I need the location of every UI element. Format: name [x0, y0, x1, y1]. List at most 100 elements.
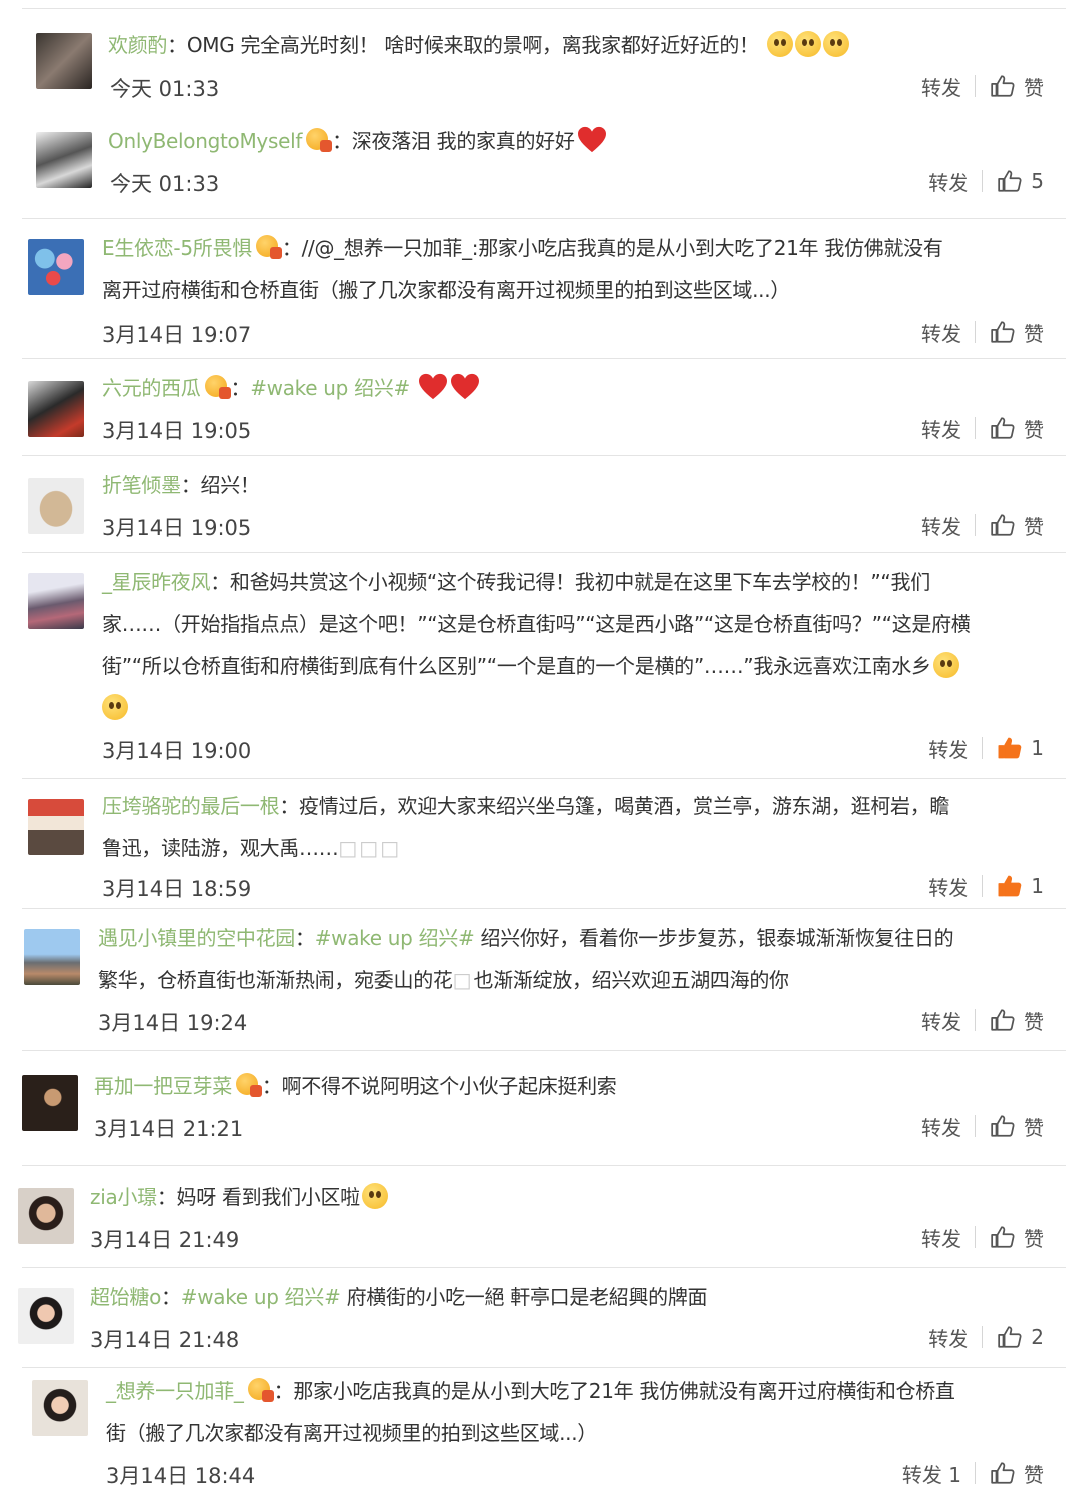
forward-button[interactable]: 转发 — [921, 1006, 961, 1035]
like-button[interactable]: 赞 — [1024, 72, 1044, 101]
divider — [975, 321, 976, 343]
username-link[interactable]: zia小璟 — [90, 1185, 157, 1209]
comment-item: E生依恋-5所畏惧 ：//@_想养一只加菲_:那家小吃店我真的是从小到大吃了21年… — [22, 218, 1066, 359]
thumbs-up-icon[interactable] — [990, 415, 1016, 441]
comment-text-line: 压垮骆驼的最后一根：疫情过后，欢迎大家来绍兴坐乌篷，喝黄酒，赏兰亭，游东湖，逛柯… — [102, 785, 949, 827]
username-link[interactable]: _星辰昨夜风 — [102, 570, 211, 594]
divider — [982, 875, 984, 897]
laugh-emoji-icon — [102, 694, 128, 720]
thumbs-up-filled-icon[interactable] — [997, 873, 1023, 899]
hashtag-link[interactable]: #wake up 绍兴# — [250, 376, 410, 400]
like-count[interactable]: 5 — [1031, 169, 1044, 193]
forward-button[interactable]: 转发 — [928, 872, 968, 901]
comment-time: 3月14日 19:05 — [102, 419, 252, 443]
comment-actions: 转发 赞 — [921, 315, 1044, 349]
comment-actions: 转发 赞 — [921, 1003, 1044, 1037]
forward-button[interactable]: 转发 — [921, 511, 961, 540]
thumbs-up-icon[interactable] — [990, 1224, 1016, 1250]
forward-button[interactable]: 转发 — [928, 734, 968, 763]
username-link[interactable]: 折笔倾墨 — [102, 473, 181, 497]
divider — [982, 170, 984, 192]
thumbs-up-icon[interactable] — [997, 168, 1023, 194]
comment-text-line: 超饴糖o：#wake up 绍兴# 府横街的小吃一絕 軒亭口是老紹興的牌面 — [90, 1276, 708, 1318]
comment-actions: 转发 赞 — [921, 69, 1044, 103]
avatar[interactable] — [36, 33, 92, 89]
like-count[interactable]: 2 — [1031, 1325, 1044, 1349]
thumbs-up-icon[interactable] — [990, 1007, 1016, 1033]
comment-text: 街（搬了几次家都没有离开过视频里的拍到这些区域...） — [106, 1421, 597, 1445]
comment-actions: 转发 5 — [928, 164, 1044, 198]
like-count[interactable]: 1 — [1031, 874, 1044, 898]
red-heart-icon — [577, 126, 607, 154]
like-button[interactable]: 赞 — [1024, 318, 1044, 347]
forward-button[interactable]: 转发 — [921, 1112, 961, 1141]
thumbs-up-icon[interactable] — [990, 1113, 1016, 1139]
avatar[interactable] — [28, 478, 84, 534]
thumbs-up-icon[interactable] — [990, 319, 1016, 345]
forward-button[interactable]: 转发 1 — [902, 1459, 961, 1488]
hashtag-link[interactable]: #wake up 绍兴# — [181, 1285, 341, 1309]
comment-text: 疫情过后，欢迎大家来绍兴坐乌篷，喝黄酒，赏兰亭，游东湖，逛柯岩，瞻 — [299, 794, 950, 818]
username-link[interactable]: E生依恋-5所畏惧 — [102, 236, 252, 260]
avatar[interactable] — [36, 132, 92, 188]
comment-text: 绍兴！ — [200, 473, 260, 497]
divider — [975, 1009, 976, 1031]
username-link[interactable]: 六元的西瓜 — [102, 376, 201, 400]
thumbs-up-icon[interactable] — [990, 73, 1016, 99]
like-button[interactable]: 赞 — [1024, 511, 1044, 540]
avatar[interactable] — [28, 573, 84, 629]
username-link[interactable]: 欢颜酌 — [108, 33, 167, 57]
thumbs-up-icon[interactable] — [990, 1460, 1016, 1486]
comment-item: 欢颜酌：OMG 完全高光时刻！ 啥时候来取的景啊，离我家都好近好近的！ 今天 0… — [22, 8, 1066, 109]
comment-text: 绍兴你好，看着你一步步复苏，银泰城渐渐恢复往日的 — [474, 926, 954, 950]
avatar[interactable] — [28, 381, 84, 437]
username-link[interactable]: 再加一把豆芽菜 — [94, 1074, 232, 1098]
username-link[interactable]: _想养一只加菲_ — [106, 1379, 244, 1403]
username-link[interactable]: OnlyBelongtoMyself — [108, 129, 302, 153]
comment-time: 今天 01:33 — [110, 77, 220, 101]
like-button[interactable]: 赞 — [1024, 414, 1044, 443]
like-button[interactable]: 赞 — [1024, 1459, 1044, 1488]
avatar[interactable] — [32, 1380, 88, 1436]
forward-button[interactable]: 转发 — [921, 414, 961, 443]
avatar[interactable] — [24, 929, 80, 985]
username-link[interactable]: 遇见小镇里的空中花园 — [98, 926, 295, 950]
comment-actions: 转发 赞 — [921, 508, 1044, 542]
like-count[interactable]: 1 — [1031, 736, 1044, 760]
colon-separator: ： — [281, 236, 302, 260]
comment-item: 折笔倾墨：绍兴！ 3月14日 19:05 转发 赞 — [22, 455, 1066, 553]
username-link[interactable]: 超饴糖o — [90, 1285, 161, 1309]
forward-button[interactable]: 转发 — [921, 72, 961, 101]
comment-time: 3月14日 21:21 — [94, 1117, 244, 1141]
avatar[interactable] — [18, 1188, 74, 1244]
hashtag-link[interactable]: #wake up 绍兴# — [315, 926, 475, 950]
forward-button[interactable]: 转发 — [928, 1323, 968, 1352]
comment-item: 超饴糖o：#wake up 绍兴# 府横街的小吃一絕 軒亭口是老紹興的牌面 3月… — [18, 1267, 1066, 1368]
avatar[interactable] — [18, 1288, 74, 1344]
comment-item: OnlyBelongtoMyself ：深夜落泪 我的家真的好好 今天 01:33… — [22, 108, 1066, 208]
like-button[interactable]: 赞 — [1024, 1006, 1044, 1035]
username-link[interactable]: 压垮骆驼的最后一根 — [102, 794, 280, 818]
thumbs-up-icon[interactable] — [997, 1324, 1023, 1350]
forward-button[interactable]: 转发 — [921, 1223, 961, 1252]
red-heart-icon — [418, 373, 448, 401]
comment-text-line: 折笔倾墨：绍兴！ — [102, 464, 260, 506]
forward-button[interactable]: 转发 — [921, 318, 961, 347]
thumbs-up-icon[interactable] — [990, 512, 1016, 538]
comment-text: 那家小吃店我真的是从小到大吃了21年 我仿佛就没有离开过府横街和仓桥直 — [293, 1379, 955, 1403]
comment-time: 3月14日 19:24 — [98, 1011, 248, 1035]
avatar[interactable] — [28, 239, 84, 295]
thumbs-up-filled-icon[interactable] — [997, 735, 1023, 761]
comment-actions: 转发 2 — [928, 1320, 1044, 1354]
like-button[interactable]: 赞 — [1024, 1223, 1044, 1252]
like-button[interactable]: 赞 — [1024, 1112, 1044, 1141]
comment-text-line: zia小璟：妈呀 看到我们小区啦 — [90, 1176, 388, 1218]
forward-button[interactable]: 转发 — [928, 167, 968, 196]
avatar[interactable] — [22, 1075, 78, 1131]
divider — [975, 1226, 976, 1248]
comment-text: 府横街的小吃一絕 軒亭口是老紹興的牌面 — [340, 1285, 708, 1309]
comment-text: //@_想养一只加菲_:那家小吃店我真的是从小到大吃了21年 我仿佛就没有 — [301, 236, 943, 260]
comment-text: 繁华，仓桥直街也渐渐热闹，宛委山的花 — [98, 968, 453, 992]
divider — [982, 737, 984, 759]
avatar[interactable] — [28, 799, 84, 855]
